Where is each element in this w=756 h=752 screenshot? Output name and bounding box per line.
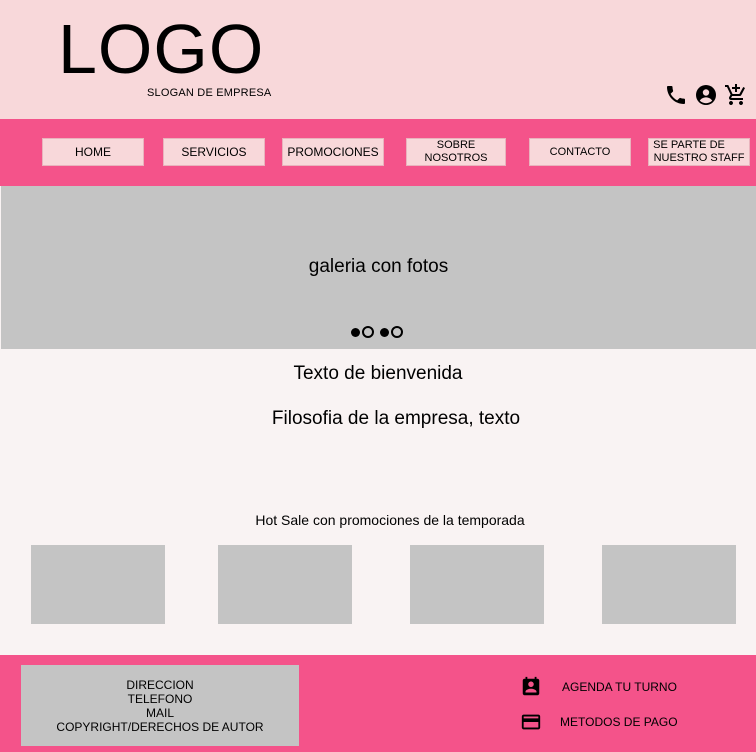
hotsale-title: Hot Sale con promociones de la temporada [255,512,525,528]
add-to-cart-icon[interactable] [724,83,748,107]
footer-mail: MAIL [145,705,174,720]
header: LOGO SLOGAN DE EMPRESA [0,0,756,119]
nav-contacto-button[interactable]: CONTACTO [529,138,631,166]
welcome-text: Texto de bienvenida [293,363,463,384]
header-icons [664,83,748,107]
main-nav: HOME SERVICIOS PROMOCIONES SOBRE NOSOTRO… [0,119,756,186]
promo-card-2[interactable] [218,545,352,624]
agenda-turno-label: AGENDA TU TURNO [562,680,677,694]
gallery-pagination [351,326,403,338]
nav-staff-label-line2: NUESTRO STAFF [653,152,745,164]
calendar-icon [520,676,542,698]
gallery-dot-4[interactable] [391,326,403,338]
footer-contact-info: DIRECCION TELEFONO MAIL COPYRIGHT/DERECH… [21,665,299,746]
metodos-pago-label: METODOS DE PAGO [560,715,678,729]
account-icon[interactable] [694,83,718,107]
slogan: SLOGAN DE EMPRESA [147,87,272,99]
promo-card-3[interactable] [410,545,544,624]
gallery-dot-3[interactable] [380,327,389,337]
footer-phone: TELEFONO [127,691,193,706]
nav-staff-label-line1: SE PARTE DE [653,139,725,151]
metodos-pago-link[interactable]: METODOS DE PAGO [520,711,678,733]
nav-home-button[interactable]: HOME [42,138,144,166]
footer-address: DIRECCION [126,677,194,692]
phone-icon[interactable] [664,83,688,107]
logo[interactable]: LOGO [58,14,264,84]
promo-card-1[interactable] [31,545,165,624]
credit-card-icon [520,711,542,733]
nav-sobre-nosotros-button[interactable]: SOBRE NOSOTROS [406,138,506,166]
gallery-dot-2[interactable] [362,326,374,338]
philosophy-text: Filosofia de la empresa, texto [271,408,521,429]
nav-staff-button[interactable]: SE PARTE DE NUESTRO STAFF [648,138,750,166]
gallery-dot-1[interactable] [351,327,360,337]
footer: DIRECCION TELEFONO MAIL COPYRIGHT/DERECH… [0,655,756,752]
footer-copyright: COPYRIGHT/DERECHOS DE AUTOR [56,719,264,734]
nav-promociones-button[interactable]: PROMOCIONES [282,138,384,166]
photo-gallery[interactable]: galeria con fotos [1,186,756,349]
nav-servicios-button[interactable]: SERVICIOS [163,138,265,166]
agenda-turno-link[interactable]: AGENDA TU TURNO [520,676,677,698]
gallery-caption: galeria con fotos [308,256,449,277]
promo-card-4[interactable] [602,545,736,624]
